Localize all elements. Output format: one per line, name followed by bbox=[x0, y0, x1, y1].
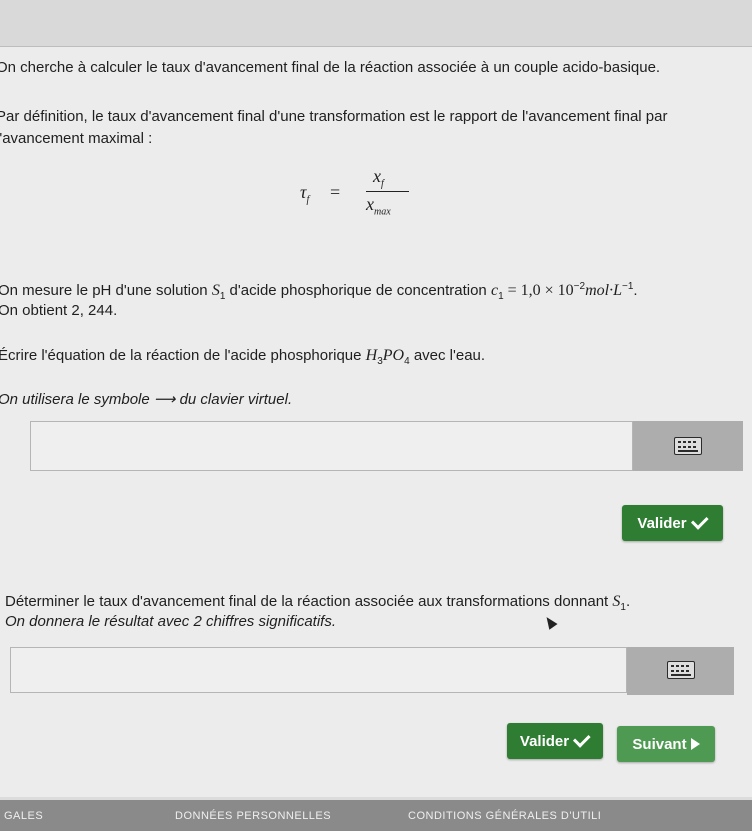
formula-numerator: xf bbox=[373, 166, 384, 190]
footer-link-personal-data[interactable]: DONNÉES PERSONNELLES bbox=[175, 810, 331, 822]
formula-denominator: xmax bbox=[366, 194, 391, 218]
check-icon bbox=[690, 512, 709, 530]
top-bar bbox=[0, 0, 752, 47]
answer-1-input[interactable] bbox=[30, 421, 633, 471]
formula-equals: = bbox=[330, 182, 341, 202]
keyboard-button-1[interactable] bbox=[633, 421, 743, 471]
next-button-label: Suivant bbox=[632, 735, 687, 753]
fraction-bar bbox=[366, 191, 409, 192]
keyboard-icon bbox=[674, 437, 702, 455]
footer-link-legal[interactable]: GALES bbox=[4, 810, 43, 822]
obtained-text: On obtient 2, 244. bbox=[0, 302, 118, 319]
validate-button-2-label: Valider bbox=[519, 732, 570, 750]
hint-2: On donnera le résultat avec 2 chiffres s… bbox=[5, 613, 336, 630]
validate-button-1-label: Valider bbox=[637, 514, 687, 532]
footer: GALES DONNÉES PERSONNELLES CONDITIONS GÉ… bbox=[0, 800, 752, 831]
play-arrow-icon bbox=[690, 738, 700, 750]
definition-line-2: l'avancement maximal : bbox=[0, 130, 153, 147]
validate-button-1[interactable]: Valider bbox=[622, 505, 723, 541]
formula: τf = xf xmax bbox=[300, 164, 430, 220]
intro-text: On cherche à calculer le taux d'avanceme… bbox=[0, 59, 661, 76]
check-icon bbox=[573, 730, 591, 748]
validate-button-2[interactable]: Valider bbox=[507, 723, 603, 759]
next-button[interactable]: Suivant bbox=[617, 726, 715, 762]
formula-lhs: τf bbox=[300, 182, 310, 206]
question-1: Écrire l'équation de la réaction de l'ac… bbox=[0, 347, 486, 367]
keyboard-button-2[interactable] bbox=[627, 647, 734, 695]
keyboard-icon bbox=[667, 661, 695, 679]
hint-1: On utilisera le symbole ⟶ du clavier vir… bbox=[0, 391, 293, 408]
definition-line-1: Par définition, le taux d'avancement fin… bbox=[0, 108, 668, 125]
answer-2-input[interactable] bbox=[10, 647, 627, 693]
footer-link-terms[interactable]: CONDITIONS GÉNÉRALES D'UTILI bbox=[408, 810, 601, 822]
